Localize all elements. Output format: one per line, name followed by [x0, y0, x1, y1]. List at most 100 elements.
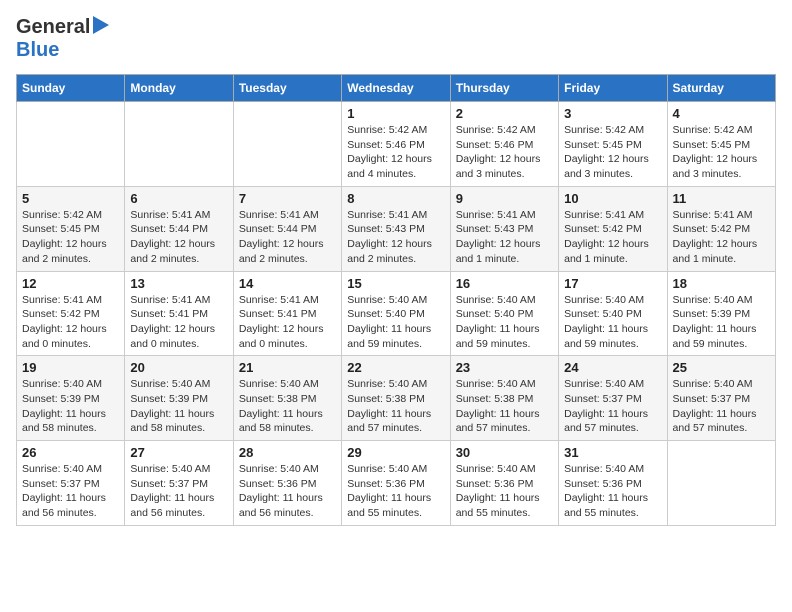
calendar-cell: 22 Sunrise: 5:40 AM Sunset: 5:38 PM Dayli…	[342, 356, 450, 441]
day-info: Sunrise: 5:41 AM Sunset: 5:41 PM Dayligh…	[130, 293, 227, 352]
day-number: 31	[564, 445, 661, 460]
calendar-cell: 7 Sunrise: 5:41 AM Sunset: 5:44 PM Daylig…	[233, 186, 341, 271]
day-info: Sunrise: 5:40 AM Sunset: 5:38 PM Dayligh…	[239, 377, 336, 436]
calendar-cell: 1Sunrise: 5:42 AM Sunset: 5:46 PM Daylig…	[342, 102, 450, 187]
day-number: 19	[22, 360, 119, 375]
calendar-cell	[667, 441, 775, 526]
day-info: Sunrise: 5:41 AM Sunset: 5:43 PM Dayligh…	[347, 208, 444, 267]
weekday-header-saturday: Saturday	[667, 75, 775, 102]
day-info: Sunrise: 5:40 AM Sunset: 5:38 PM Dayligh…	[456, 377, 553, 436]
day-number: 14	[239, 276, 336, 291]
day-number: 27	[130, 445, 227, 460]
day-info: Sunrise: 5:41 AM Sunset: 5:41 PM Dayligh…	[239, 293, 336, 352]
day-info: Sunrise: 5:40 AM Sunset: 5:40 PM Dayligh…	[347, 293, 444, 352]
day-info: Sunrise: 5:40 AM Sunset: 5:36 PM Dayligh…	[564, 462, 661, 521]
day-number: 15	[347, 276, 444, 291]
day-info: Sunrise: 5:41 AM Sunset: 5:42 PM Dayligh…	[673, 208, 770, 267]
day-number: 8	[347, 191, 444, 206]
day-number: 16	[456, 276, 553, 291]
day-number: 23	[456, 360, 553, 375]
day-number: 4	[673, 106, 770, 121]
day-number: 12	[22, 276, 119, 291]
day-number: 10	[564, 191, 661, 206]
logo: General Blue	[16, 16, 109, 62]
calendar-cell: 31 Sunrise: 5:40 AM Sunset: 5:36 PM Dayli…	[559, 441, 667, 526]
calendar-cell: 4 Sunrise: 5:42 AM Sunset: 5:45 PM Daylig…	[667, 102, 775, 187]
day-number: 13	[130, 276, 227, 291]
day-info: Sunrise: 5:41 AM Sunset: 5:42 PM Dayligh…	[564, 208, 661, 267]
day-number: 28	[239, 445, 336, 460]
weekday-header-monday: Monday	[125, 75, 233, 102]
day-info: Sunrise: 5:42 AM Sunset: 5:46 PM Dayligh…	[456, 123, 553, 182]
logo-arrow-icon	[93, 16, 109, 39]
day-info: Sunrise: 5:42 AM Sunset: 5:46 PM Dayligh…	[347, 123, 444, 182]
day-number: 24	[564, 360, 661, 375]
calendar-cell: 16Sunrise: 5:40 AM Sunset: 5:40 PM Dayli…	[450, 271, 558, 356]
calendar-cell: 14 Sunrise: 5:41 AM Sunset: 5:41 PM Dayli…	[233, 271, 341, 356]
calendar-cell: 30 Sunrise: 5:40 AM Sunset: 5:36 PM Dayli…	[450, 441, 558, 526]
day-info: Sunrise: 5:41 AM Sunset: 5:44 PM Dayligh…	[239, 208, 336, 267]
calendar-cell: 15 Sunrise: 5:40 AM Sunset: 5:40 PM Dayli…	[342, 271, 450, 356]
calendar-cell: 11 Sunrise: 5:41 AM Sunset: 5:42 PM Dayli…	[667, 186, 775, 271]
calendar-cell: 12 Sunrise: 5:41 AM Sunset: 5:42 PM Dayli…	[17, 271, 125, 356]
page-header: General Blue	[16, 16, 776, 62]
day-info: Sunrise: 5:40 AM Sunset: 5:36 PM Dayligh…	[456, 462, 553, 521]
day-number: 21	[239, 360, 336, 375]
calendar-cell: 29 Sunrise: 5:40 AM Sunset: 5:36 PM Dayli…	[342, 441, 450, 526]
day-info: Sunrise: 5:40 AM Sunset: 5:39 PM Dayligh…	[130, 377, 227, 436]
calendar-cell: 27 Sunrise: 5:40 AM Sunset: 5:37 PM Dayli…	[125, 441, 233, 526]
day-info: Sunrise: 5:40 AM Sunset: 5:37 PM Dayligh…	[673, 377, 770, 436]
day-number: 11	[673, 191, 770, 206]
calendar-cell: 8 Sunrise: 5:41 AM Sunset: 5:43 PM Daylig…	[342, 186, 450, 271]
day-number: 2	[456, 106, 553, 121]
day-number: 26	[22, 445, 119, 460]
weekday-header-thursday: Thursday	[450, 75, 558, 102]
weekday-header-friday: Friday	[559, 75, 667, 102]
calendar-cell: 10 Sunrise: 5:41 AM Sunset: 5:42 PM Dayli…	[559, 186, 667, 271]
day-number: 25	[673, 360, 770, 375]
day-info: Sunrise: 5:42 AM Sunset: 5:45 PM Dayligh…	[22, 208, 119, 267]
weekday-header-sunday: Sunday	[17, 75, 125, 102]
calendar-cell	[125, 102, 233, 187]
day-info: Sunrise: 5:40 AM Sunset: 5:38 PM Dayligh…	[347, 377, 444, 436]
day-info: Sunrise: 5:42 AM Sunset: 5:45 PM Dayligh…	[564, 123, 661, 182]
calendar-cell: 20 Sunrise: 5:40 AM Sunset: 5:39 PM Dayli…	[125, 356, 233, 441]
day-number: 7	[239, 191, 336, 206]
weekday-header-wednesday: Wednesday	[342, 75, 450, 102]
day-info: Sunrise: 5:40 AM Sunset: 5:36 PM Dayligh…	[239, 462, 336, 521]
calendar-cell: 21 Sunrise: 5:40 AM Sunset: 5:38 PM Dayli…	[233, 356, 341, 441]
day-info: Sunrise: 5:40 AM Sunset: 5:39 PM Dayligh…	[673, 293, 770, 352]
day-info: Sunrise: 5:42 AM Sunset: 5:45 PM Dayligh…	[673, 123, 770, 182]
calendar-cell: 5 Sunrise: 5:42 AM Sunset: 5:45 PM Daylig…	[17, 186, 125, 271]
day-info: Sunrise: 5:40 AM Sunset: 5:36 PM Dayligh…	[347, 462, 444, 521]
calendar-cell	[233, 102, 341, 187]
day-number: 5	[22, 191, 119, 206]
day-info: Sunrise: 5:40 AM Sunset: 5:40 PM Dayligh…	[564, 293, 661, 352]
calendar-cell: 9 Sunrise: 5:41 AM Sunset: 5:43 PM Daylig…	[450, 186, 558, 271]
logo-blue-text: Blue	[16, 39, 59, 61]
calendar-table: SundayMondayTuesdayWednesdayThursdayFrid…	[16, 74, 776, 526]
day-number: 3	[564, 106, 661, 121]
day-number: 30	[456, 445, 553, 460]
day-number: 18	[673, 276, 770, 291]
calendar-cell: 13 Sunrise: 5:41 AM Sunset: 5:41 PM Dayli…	[125, 271, 233, 356]
calendar-cell: 17 Sunrise: 5:40 AM Sunset: 5:40 PM Dayli…	[559, 271, 667, 356]
day-number: 17	[564, 276, 661, 291]
calendar-cell: 19 Sunrise: 5:40 AM Sunset: 5:39 PM Dayli…	[17, 356, 125, 441]
calendar-cell: 23 Sunrise: 5:40 AM Sunset: 5:38 PM Dayli…	[450, 356, 558, 441]
day-number: 20	[130, 360, 227, 375]
day-info: Sunrise: 5:41 AM Sunset: 5:44 PM Dayligh…	[130, 208, 227, 267]
calendar-cell: 2 Sunrise: 5:42 AM Sunset: 5:46 PM Daylig…	[450, 102, 558, 187]
day-info: Sunrise: 5:40 AM Sunset: 5:39 PM Dayligh…	[22, 377, 119, 436]
day-number: 29	[347, 445, 444, 460]
calendar-cell: 26Sunrise: 5:40 AM Sunset: 5:37 PM Dayli…	[17, 441, 125, 526]
calendar-cell: 18 Sunrise: 5:40 AM Sunset: 5:39 PM Dayli…	[667, 271, 775, 356]
day-info: Sunrise: 5:41 AM Sunset: 5:42 PM Dayligh…	[22, 293, 119, 352]
day-info: Sunrise: 5:40 AM Sunset: 5:37 PM Dayligh…	[130, 462, 227, 521]
day-number: 9	[456, 191, 553, 206]
calendar-cell: 28 Sunrise: 5:40 AM Sunset: 5:36 PM Dayli…	[233, 441, 341, 526]
day-info: Sunrise: 5:40 AM Sunset: 5:37 PM Dayligh…	[564, 377, 661, 436]
day-number: 22	[347, 360, 444, 375]
calendar-cell: 6Sunrise: 5:41 AM Sunset: 5:44 PM Daylig…	[125, 186, 233, 271]
day-info: Sunrise: 5:41 AM Sunset: 5:43 PM Dayligh…	[456, 208, 553, 267]
